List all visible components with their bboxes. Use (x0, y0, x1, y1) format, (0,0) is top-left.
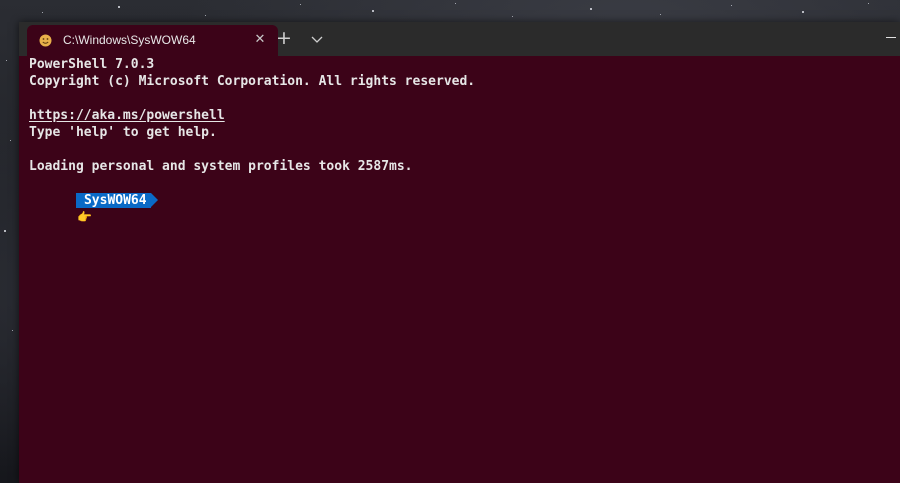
title-bar[interactable]: C:\Windows\SysWOW64 ✕ + (19, 22, 900, 56)
tab-title: C:\Windows\SysWOW64 (63, 33, 196, 47)
pointing-hand-icon: 👉 (76, 210, 92, 224)
console-line: PowerShell 7.0.3 (29, 57, 155, 72)
prompt-line: SysWOW64 (29, 175, 889, 208)
input-line[interactable]: 👉 (29, 192, 889, 224)
new-tab-button[interactable]: + (273, 28, 295, 50)
chevron-down-icon[interactable] (306, 28, 328, 50)
terminal-window: C:\Windows\SysWOW64 ✕ + PowerShell 7.0.3… (19, 22, 900, 483)
prompt-path-segment: SysWOW64 (75, 193, 158, 208)
emoji-face-icon (39, 34, 52, 47)
console-line: Type 'help' to get help. (29, 125, 217, 140)
prompt-arrow-icon (150, 193, 158, 207)
tab-syswow64[interactable]: C:\Windows\SysWOW64 ✕ (27, 25, 278, 56)
console-line: Copyright (c) Microsoft Corporation. All… (29, 74, 476, 89)
console-line: Loading personal and system profiles too… (29, 159, 413, 174)
prompt-path: SysWOW64 (83, 193, 147, 208)
console-output[interactable]: PowerShell 7.0.3 Copyright (c) Microsoft… (29, 56, 889, 224)
tab-close-icon[interactable]: ✕ (252, 32, 268, 48)
minimize-icon[interactable] (880, 28, 900, 48)
powershell-link[interactable]: https://aka.ms/powershell (29, 107, 889, 124)
